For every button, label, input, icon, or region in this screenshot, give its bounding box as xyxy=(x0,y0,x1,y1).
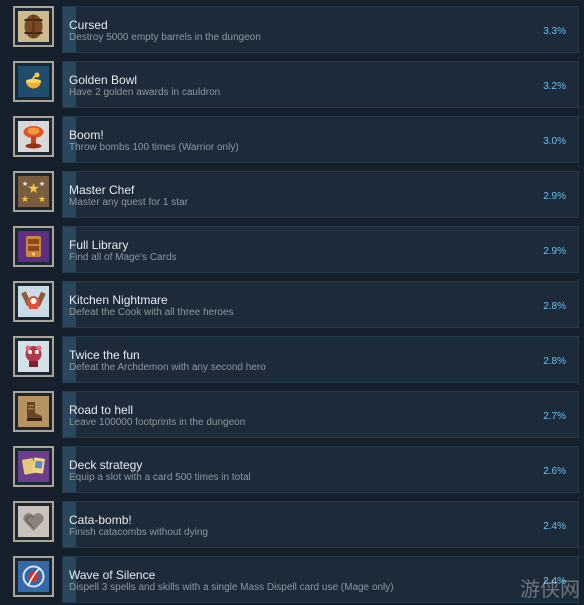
achievement-icon-frame xyxy=(13,226,54,267)
achievement-unlock-percent: 3.3% xyxy=(543,26,566,37)
achievement-panel: Boom! Throw bombs 100 times (Warrior only… xyxy=(62,116,579,163)
achievement-description: Defeat the Cook with all three heroes xyxy=(69,307,234,318)
cards-icon xyxy=(18,451,49,482)
library-icon xyxy=(18,231,49,262)
achievement-unlock-percent: 3.0% xyxy=(543,136,566,147)
svg-text:★: ★ xyxy=(39,180,45,188)
achievement-panel: Kitchen Nightmare Defeat the Cook with al… xyxy=(62,281,579,328)
achievement-icon-frame xyxy=(13,6,54,47)
achievement-unlock-percent: 2.6% xyxy=(543,466,566,477)
achievement-unlock-percent: 2.7% xyxy=(543,411,566,422)
achievement-icon-frame xyxy=(13,116,54,157)
achievement-description: Leave 100000 footprints in the dungeon xyxy=(69,417,246,428)
achievement-unlock-percent: 3.2% xyxy=(543,81,566,92)
achievement-description: Equip a slot with a card 500 times in to… xyxy=(69,472,251,483)
achievement-description: Throw bombs 100 times (Warrior only) xyxy=(69,142,239,153)
achievement-panel: Cursed Destroy 5000 empty barrels in the … xyxy=(62,6,579,53)
achievement-panel: Road to hell Leave 100000 footprints in t… xyxy=(62,391,579,438)
svg-text:★: ★ xyxy=(21,195,29,205)
achievement-title: Cursed xyxy=(69,18,108,32)
achievement-description: Have 2 golden awards in cauldron xyxy=(69,87,221,98)
achievement-panel: Full Library Find all of Mage's Cards 2.9% xyxy=(62,226,579,273)
achievement-row: Deck strategy Equip a slot with a card 50… xyxy=(13,446,579,493)
dispell-icon xyxy=(18,561,49,592)
achievement-row: Kitchen Nightmare Defeat the Cook with al… xyxy=(13,281,579,328)
achievement-row: Cata-bomb! Finish catacombs without dying… xyxy=(13,501,579,548)
achievement-list: Cursed Destroy 5000 empty barrels in the … xyxy=(0,0,584,605)
achievement-title: Full Library xyxy=(69,238,129,252)
achievement-title: Deck strategy xyxy=(69,458,143,472)
achievement-icon-frame xyxy=(13,446,54,487)
achievement-description: Destroy 5000 empty barrels in the dungeo… xyxy=(69,32,261,43)
achievement-title: Master Chef xyxy=(69,183,135,197)
achievement-row: Wave of Silence Dispell 3 spells and skil… xyxy=(13,556,579,603)
achievement-icon-frame xyxy=(13,556,54,597)
stars-icon: ★ ★ ★ ★ ★ xyxy=(18,176,49,207)
barrel-icon xyxy=(18,11,49,42)
achievement-title: Golden Bowl xyxy=(69,73,138,87)
achievement-unlock-percent: 2.8% xyxy=(543,301,566,312)
achievement-row: ★ ★ ★ ★ ★ Master Chef Master any quest for 1 s… xyxy=(13,171,579,218)
achievement-icon-frame xyxy=(13,501,54,542)
achievement-panel: Twice the fun Defeat the Archdemon with a… xyxy=(62,336,579,383)
achievement-row: Twice the fun Defeat the Archdemon with a… xyxy=(13,336,579,383)
achievement-icon-frame xyxy=(13,281,54,322)
achievement-title: Twice the fun xyxy=(69,348,140,362)
achievement-panel: Cata-bomb! Finish catacombs without dying… xyxy=(62,501,579,548)
achievement-row: Boom! Throw bombs 100 times (Warrior only… xyxy=(13,116,579,163)
achievement-icon-frame xyxy=(13,336,54,377)
golden-bowl-icon xyxy=(18,66,49,97)
achievement-panel: Master Chef Master any quest for 1 star 2.… xyxy=(62,171,579,218)
watermark: 游侠网 xyxy=(520,577,580,601)
achievement-icon-frame xyxy=(13,61,54,102)
achievement-icon-frame: ★ ★ ★ ★ ★ xyxy=(13,171,54,212)
achievement-title: Kitchen Nightmare xyxy=(69,293,168,307)
achievement-title: Boom! xyxy=(69,128,104,142)
achievement-row: Golden Bowl Have 2 golden awards in cauld… xyxy=(13,61,579,108)
achievement-row: Full Library Find all of Mage's Cards 2.9% xyxy=(13,226,579,273)
achievement-row: Road to hell Leave 100000 footprints in t… xyxy=(13,391,579,438)
achievement-description: Find all of Mage's Cards xyxy=(69,252,177,263)
explosion-icon xyxy=(18,121,49,152)
achievement-unlock-percent: 2.9% xyxy=(543,246,566,257)
svg-text:★: ★ xyxy=(22,180,28,188)
achievement-description: Dispell 3 spells and skills with a singl… xyxy=(69,582,394,593)
achievement-panel: Deck strategy Equip a slot with a card 50… xyxy=(62,446,579,493)
achievement-panel: Wave of Silence Dispell 3 spells and skil… xyxy=(62,556,579,603)
achievement-unlock-percent: 2.4% xyxy=(543,521,566,532)
achievement-description: Defeat the Archdemon with any second her… xyxy=(69,362,266,373)
achievement-description: Finish catacombs without dying xyxy=(69,527,208,538)
achievement-unlock-percent: 2.8% xyxy=(543,356,566,367)
achievement-description: Master any quest for 1 star xyxy=(69,197,188,208)
cook-icon xyxy=(18,286,49,317)
archdemon-icon xyxy=(18,341,49,372)
boot-icon xyxy=(18,396,49,427)
achievement-title: Road to hell xyxy=(69,403,134,417)
heart-stone-icon xyxy=(18,506,49,537)
svg-text:★: ★ xyxy=(38,195,46,205)
achievement-row: Cursed Destroy 5000 empty barrels in the … xyxy=(13,6,579,53)
achievement-panel: Golden Bowl Have 2 golden awards in cauld… xyxy=(62,61,579,108)
achievement-icon-frame xyxy=(13,391,54,432)
achievement-unlock-percent: 2.9% xyxy=(543,191,566,202)
achievement-title: Wave of Silence xyxy=(69,568,156,582)
achievement-title: Cata-bomb! xyxy=(69,513,132,527)
